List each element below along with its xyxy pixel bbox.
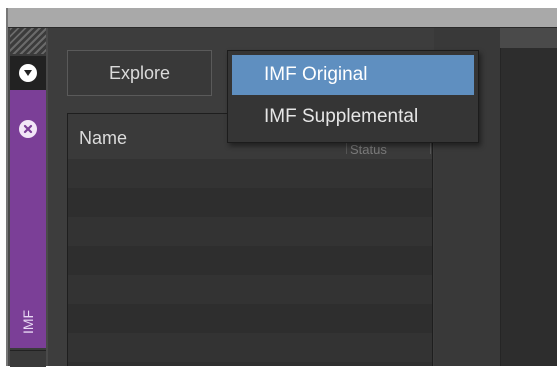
menu-item-imf-supplemental[interactable]: IMF Supplemental (232, 97, 474, 137)
list-row[interactable] (68, 275, 432, 304)
drag-grip-handle[interactable] (10, 28, 46, 54)
window-edge (6, 8, 8, 366)
imf-tab-label: IMF (20, 309, 36, 335)
file-list[interactable]: Name Status (67, 113, 433, 366)
list-row[interactable] (68, 159, 432, 188)
column-header-status[interactable]: Status (350, 142, 387, 157)
explore-button[interactable]: Explore (67, 50, 212, 96)
top-title-strip (8, 8, 557, 28)
list-row[interactable] (68, 333, 432, 362)
column-header-name[interactable]: Name (79, 128, 127, 149)
list-row[interactable] (68, 304, 432, 333)
menu-item-imf-original[interactable]: IMF Original (232, 55, 474, 95)
chevron-down-circle-icon (19, 64, 37, 82)
dropdown-menu: IMF Original IMF Supplemental (227, 50, 479, 143)
close-circle-icon[interactable] (19, 120, 37, 138)
list-row[interactable] (68, 246, 432, 275)
list-row[interactable] (68, 188, 432, 217)
dock-menu-button[interactable] (10, 56, 46, 90)
details-pane (500, 48, 557, 366)
list-row[interactable] (68, 217, 432, 246)
side-toolbar-footer (10, 350, 46, 367)
